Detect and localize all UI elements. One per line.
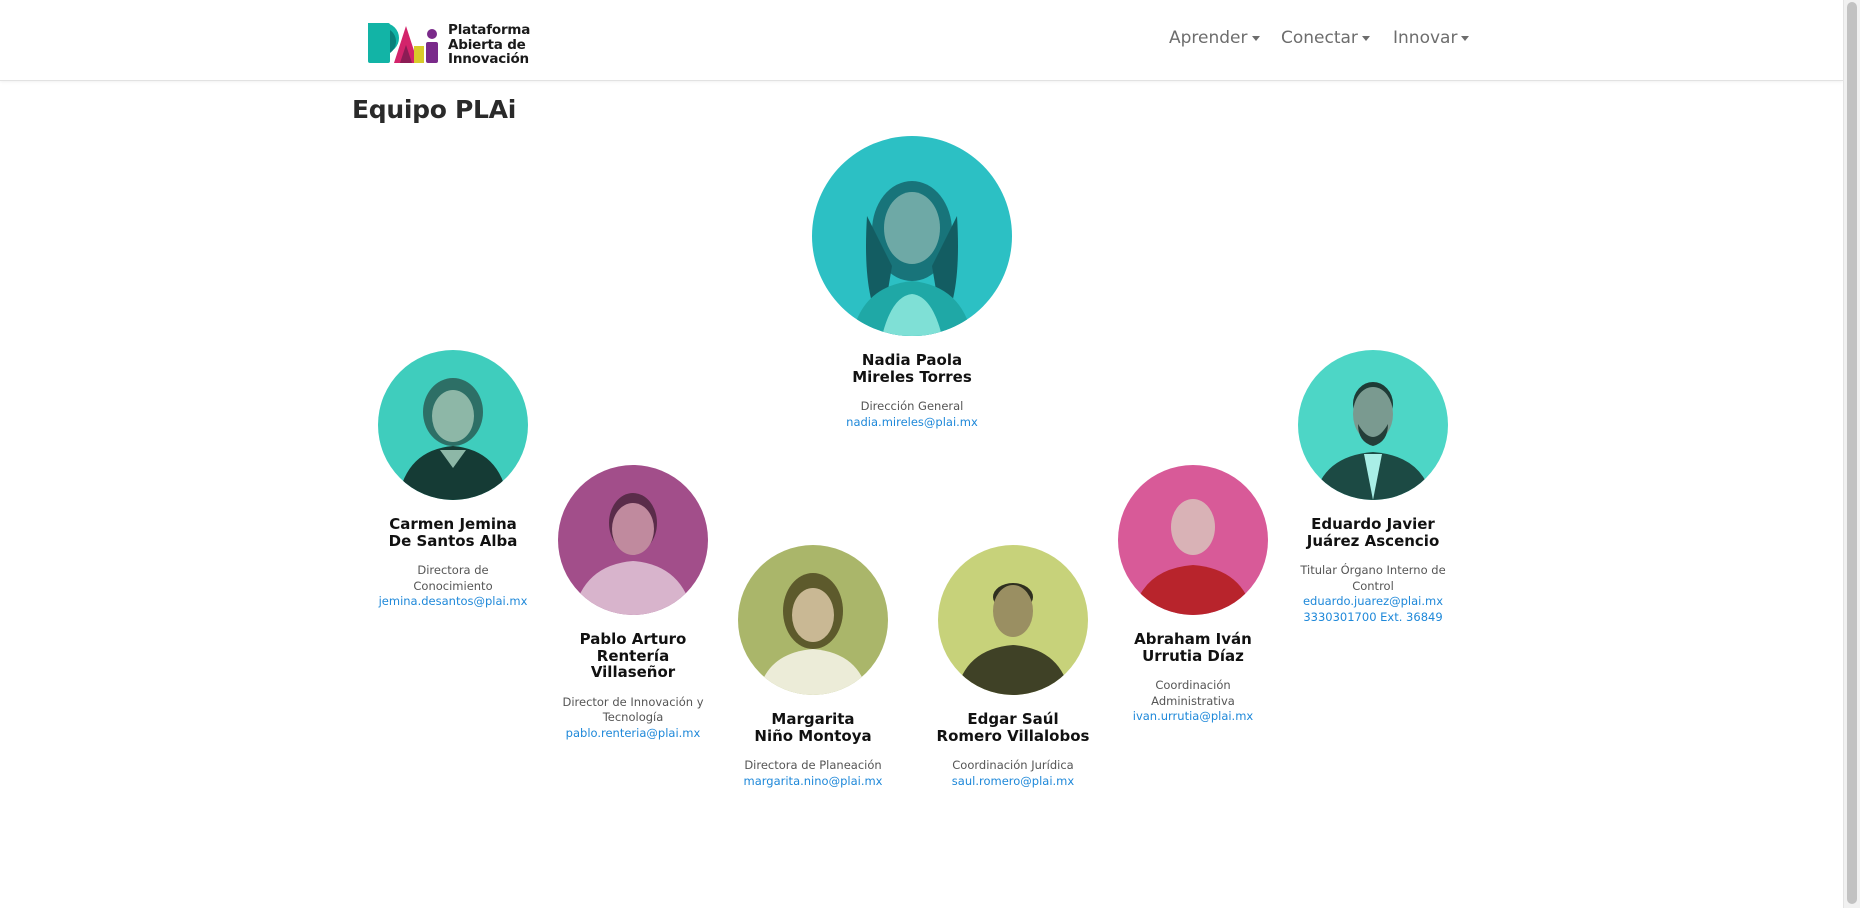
person-silhouette-icon: [738, 545, 888, 695]
member-email-link[interactable]: eduardo.juarez@plai.mx: [1273, 594, 1473, 610]
member-name-line: Abraham Iván: [1134, 630, 1252, 648]
nav-label-conectar: Conectar: [1281, 28, 1358, 48]
member-photo: [812, 136, 1012, 336]
member-name: Pablo Arturo Rentería Villaseñor: [533, 631, 733, 681]
team-member-card: Edgar Saúl Romero Villalobos Coordinació…: [913, 545, 1113, 789]
member-role: Dirección General: [860, 399, 964, 413]
team-member-card: Eduardo Javier Juárez Ascencio Titular Ó…: [1273, 350, 1473, 625]
member-email-link[interactable]: nadia.mireles@plai.mx: [812, 415, 1012, 431]
logo-line-1: Plataforma: [448, 22, 531, 38]
caret-down-icon: [1461, 36, 1470, 41]
member-photo: [938, 545, 1088, 695]
vertical-scrollbar[interactable]: [1843, 0, 1860, 908]
member-name: Nadia Paola Mireles Torres: [812, 352, 1012, 385]
member-name-line: Romero Villalobos: [936, 726, 1090, 745]
member-name-line: Juárez Ascencio: [1306, 531, 1440, 550]
member-role: Directora de Conocimiento: [413, 563, 493, 593]
plai-logo-icon: [368, 23, 438, 63]
member-email-link[interactable]: ivan.urrutia@plai.mx: [1093, 709, 1293, 725]
nav-dropdown-conectar[interactable]: Conectar: [1281, 28, 1370, 48]
member-photo: [738, 545, 888, 695]
team-member-card: Pablo Arturo Rentería Villaseñor Directo…: [533, 465, 733, 741]
member-name-line: Rentería: [596, 646, 670, 665]
member-email-link[interactable]: pablo.renteria@plai.mx: [533, 726, 733, 742]
member-role: Director de Innovación y Tecnología: [562, 694, 704, 725]
member-photo: [558, 465, 708, 615]
member-name-line: Mireles Torres: [852, 367, 972, 386]
team-member-card: Nadia Paola Mireles Torres Dirección Gen…: [812, 136, 1012, 430]
logo-line-2: Abierta de: [448, 36, 526, 53]
nav-dropdown-aprender[interactable]: Aprender: [1169, 28, 1260, 48]
member-name-line: Edgar Saúl: [967, 710, 1059, 728]
person-silhouette-icon: [812, 136, 1012, 336]
member-email-link[interactable]: margarita.nino@plai.mx: [713, 774, 913, 790]
person-silhouette-icon: [1118, 465, 1268, 615]
member-name-line: Villaseñor: [590, 663, 676, 681]
caret-down-icon: [1361, 36, 1370, 41]
team-member-card: Abraham Iván Urrutia Díaz Coordinación A…: [1093, 465, 1293, 725]
plai-logo-wordmark: Plataforma Abierta de Innovación: [448, 23, 530, 67]
nav-label-aprender: Aprender: [1169, 28, 1248, 48]
team-member-card: Carmen Jemina De Santos Alba Directora d…: [353, 350, 553, 610]
person-silhouette-icon: [938, 545, 1088, 695]
member-photo: [1118, 465, 1268, 615]
member-role: Titular Órgano Interno de Control: [1300, 563, 1446, 593]
member-name: Margarita Niño Montoya: [713, 711, 913, 744]
member-photo: [1298, 350, 1448, 500]
member-role: Coordinación Jurídica: [952, 758, 1074, 772]
member-email-link[interactable]: saul.romero@plai.mx: [913, 774, 1113, 790]
page-title: Equipo PLAi: [352, 95, 516, 124]
member-name-line: De Santos Alba: [388, 531, 518, 550]
plai-logo-link[interactable]: Plataforma Abierta de Innovación: [368, 20, 548, 66]
member-name-line: Pablo Arturo: [579, 630, 687, 648]
member-name: Abraham Iván Urrutia Díaz: [1093, 631, 1293, 664]
member-email-link[interactable]: jemina.desantos@plai.mx: [353, 594, 553, 610]
member-role: Coordinación Administrativa: [1151, 678, 1235, 708]
member-photo: [378, 350, 528, 500]
member-name-line: Margarita: [771, 710, 855, 728]
person-silhouette-icon: [558, 465, 708, 615]
member-name: Eduardo Javier Juárez Ascencio: [1273, 516, 1473, 549]
member-role: Directora de Planeación: [744, 758, 882, 772]
top-navbar: Plataforma Abierta de Innovación Aprende…: [0, 0, 1843, 81]
member-name-line: Niño Montoya: [754, 726, 872, 745]
team-member-card: Margarita Niño Montoya Directora de Plan…: [713, 545, 913, 789]
member-name: Edgar Saúl Romero Villalobos: [913, 711, 1113, 744]
member-phone-link[interactable]: 3330301700 Ext. 36849: [1273, 610, 1473, 626]
logo-line-3: Innovación: [448, 51, 529, 67]
person-silhouette-icon: [1298, 350, 1448, 500]
member-name: Carmen Jemina De Santos Alba: [353, 516, 553, 549]
person-silhouette-icon: [378, 350, 528, 500]
member-name-line: Carmen Jemina: [389, 515, 517, 533]
member-name-line: Urrutia Díaz: [1142, 646, 1244, 665]
scrollbar-thumb[interactable]: [1847, 2, 1857, 904]
nav-dropdown-innovar[interactable]: Innovar: [1393, 28, 1470, 48]
nav-label-innovar: Innovar: [1393, 28, 1458, 48]
member-name-line: Eduardo Javier: [1311, 515, 1435, 533]
member-name-line: Nadia Paola: [861, 351, 963, 369]
caret-down-icon: [1251, 36, 1260, 41]
